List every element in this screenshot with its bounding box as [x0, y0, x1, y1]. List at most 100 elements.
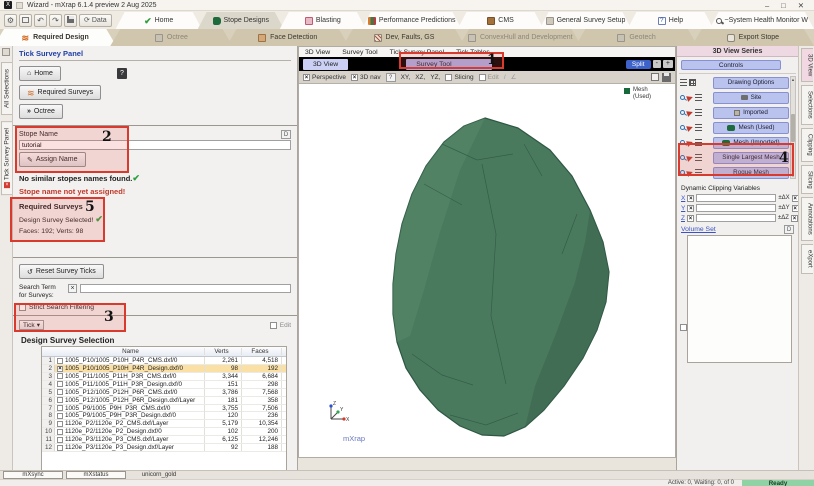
sub-tab-octree[interactable]: Octree [110, 29, 232, 46]
viewport-help-button[interactable]: ? [386, 73, 396, 82]
maximize-button[interactable]: □ [781, 1, 786, 10]
ribbon-tab-performance-predictions[interactable]: Performance Predictions [362, 12, 462, 29]
move-icon[interactable] [686, 94, 694, 102]
series-drawing-options[interactable]: Drawing Options [713, 77, 789, 89]
ribbon-tab-cms[interactable]: CMS [458, 12, 544, 29]
right-tab-slicing[interactable]: Slicing [801, 165, 813, 195]
table-row[interactable]: 11005_P10/1005_P10H_P4R_CMS.dxf/02,2614,… [42, 357, 286, 365]
row-checkbox[interactable] [57, 397, 63, 403]
edit-checkbox[interactable] [479, 74, 486, 81]
scroll-up-icon[interactable]: ▲ [791, 77, 795, 82]
sub-tab-convexhull-and-development[interactable]: ConvexHull and Development [459, 29, 581, 46]
ribbon-tab-general-survey-setup[interactable]: General Survey Setup [540, 12, 632, 29]
clip-value-input[interactable] [696, 214, 776, 222]
refresh-data-button[interactable]: ⟳Data [79, 14, 112, 27]
table-row[interactable]: 91120e_P2/1120e_P2_CMS.dxf/Layer5,17910,… [42, 420, 286, 428]
volume-set-list[interactable] [687, 235, 792, 363]
doc-tab-3d-view[interactable]: 3D View [305, 49, 330, 56]
bottom-tab-mxsync[interactable]: mXsync [3, 471, 63, 479]
column-faces[interactable]: Faces [242, 348, 282, 355]
tab-all-selections[interactable]: All Selections [1, 62, 12, 115]
row-checkbox[interactable] [57, 421, 63, 427]
table-row[interactable]: 101120e_P2/1120e_P2_Design.dxf/0102200 [42, 428, 286, 436]
volume-checkbox[interactable] [680, 324, 687, 331]
row-checkbox[interactable] [57, 429, 63, 435]
clear-search-icon[interactable]: × [68, 284, 77, 293]
table-row[interactable]: 81005_P9/1005_P9H_P3R_Design.dxf/0120236 [42, 412, 286, 420]
right-tab-annotations[interactable]: Annotations [801, 197, 813, 241]
d-button[interactable]: D [281, 130, 291, 139]
row-checkbox[interactable] [57, 366, 63, 372]
d-button[interactable]: D [784, 225, 794, 234]
ribbon-tab-home[interactable]: Home [116, 12, 202, 29]
row-checkbox[interactable] [57, 358, 63, 364]
row-checkbox[interactable] [57, 389, 63, 395]
move-icon[interactable] [686, 109, 694, 117]
sub-tab-dev-faults-gs[interactable]: Dev, Faults, GS [343, 29, 465, 46]
table-row[interactable]: 111120e_P3/1120e_P3_CMS.dxf/Layer6,12512… [42, 436, 286, 444]
undo-icon[interactable]: ↶ [34, 14, 47, 27]
axis-label[interactable]: X [681, 195, 685, 202]
zoom-icon[interactable] [680, 95, 685, 100]
ribbon-tab-system-health-monitor-w[interactable]: ~System Health Monitor W [710, 12, 814, 29]
close-icon[interactable]: × [4, 182, 10, 188]
sub-tab-required-design[interactable]: Required Design [0, 29, 116, 46]
screenshot-icon[interactable] [651, 73, 659, 81]
plane-xy-button[interactable]: XY, [401, 74, 411, 81]
bottom-tab-mxstatus[interactable]: mXstatus [66, 471, 126, 479]
ribbon-tab-help[interactable]: Help [627, 12, 713, 29]
collapse-button[interactable]: - [653, 60, 661, 68]
series-imported[interactable]: Imported [713, 107, 789, 119]
nav-checkbox[interactable] [351, 74, 358, 81]
required-surveys-button[interactable]: Required Surveys [19, 85, 101, 100]
column-verts[interactable]: Verts [205, 348, 242, 355]
bottom-tab-unicorn-gold[interactable]: unicorn_gold [129, 471, 189, 479]
ribbon-tab-stope-designs[interactable]: Stope Designs [198, 12, 284, 29]
minimize-button[interactable]: – [765, 1, 769, 10]
octree-button[interactable]: »Octree [19, 104, 63, 119]
redo-icon[interactable]: ↷ [49, 14, 62, 27]
axis-label[interactable]: Z [681, 215, 685, 222]
row-checkbox[interactable] [57, 437, 63, 443]
row-checkbox[interactable] [57, 405, 63, 411]
slash-tool-icon[interactable]: / [504, 74, 506, 81]
tab-3d-view[interactable]: 3D View [303, 59, 348, 70]
home-button[interactable]: ⌂Home [19, 66, 61, 81]
close-button[interactable]: ✕ [798, 1, 804, 10]
move-icon[interactable] [686, 124, 694, 132]
menu-icon[interactable] [16, 2, 23, 9]
plane-xz-button[interactable]: XZ, [415, 74, 425, 81]
clip-value-input[interactable] [696, 194, 776, 202]
row-checkbox[interactable] [57, 413, 63, 419]
tab-tick-survey-panel[interactable]: ×Tick Survey Panel [1, 121, 12, 195]
save-view-icon[interactable] [662, 73, 671, 82]
series-site[interactable]: Site [713, 92, 789, 104]
clip-clear-checkbox[interactable] [687, 215, 694, 222]
row-checkbox[interactable] [57, 373, 63, 379]
add-view-button[interactable]: + [663, 60, 673, 68]
plane-yz-button[interactable]: YZ, [430, 74, 440, 81]
clip-value-input[interactable] [696, 204, 776, 212]
zoom-icon[interactable] [680, 110, 685, 115]
perspective-checkbox[interactable] [303, 74, 310, 81]
list-icon[interactable] [695, 124, 702, 131]
table-row[interactable]: 61005_P12/1005_P12H_P6R_Design.dxf/Layer… [42, 397, 286, 405]
axis-label[interactable]: Y [681, 205, 685, 212]
split-button[interactable]: Split [626, 60, 651, 69]
ribbon-tab-blasting[interactable]: Blasting [280, 12, 366, 29]
search-input[interactable] [80, 284, 291, 293]
row-checkbox[interactable] [57, 381, 63, 387]
sub-tab-export-stope[interactable]: Export Stope [692, 29, 814, 46]
clip-clear-checkbox[interactable] [687, 195, 694, 202]
table-row[interactable]: 71005_P9/1005_P9H_P3R_CMS.dxf/03,7557,50… [42, 405, 286, 413]
controls-button[interactable]: Controls [681, 60, 781, 70]
right-tab-3d-view[interactable]: 3D View [801, 48, 813, 82]
volume-set-link[interactable]: Volume Set [681, 226, 716, 233]
delta-clear-checkbox[interactable] [791, 215, 798, 222]
table-row[interactable]: 41005_P11/1005_P11H_P3R_Design.dxf/01512… [42, 381, 286, 389]
row-checkbox[interactable] [57, 445, 63, 451]
list-icon[interactable] [695, 109, 702, 116]
window-layout-icon[interactable] [19, 14, 32, 27]
scroll-thumb[interactable] [791, 114, 795, 142]
table-row[interactable]: 31005_P11/1005_P11H_P3R_CMS.dxf/03,3446,… [42, 373, 286, 381]
